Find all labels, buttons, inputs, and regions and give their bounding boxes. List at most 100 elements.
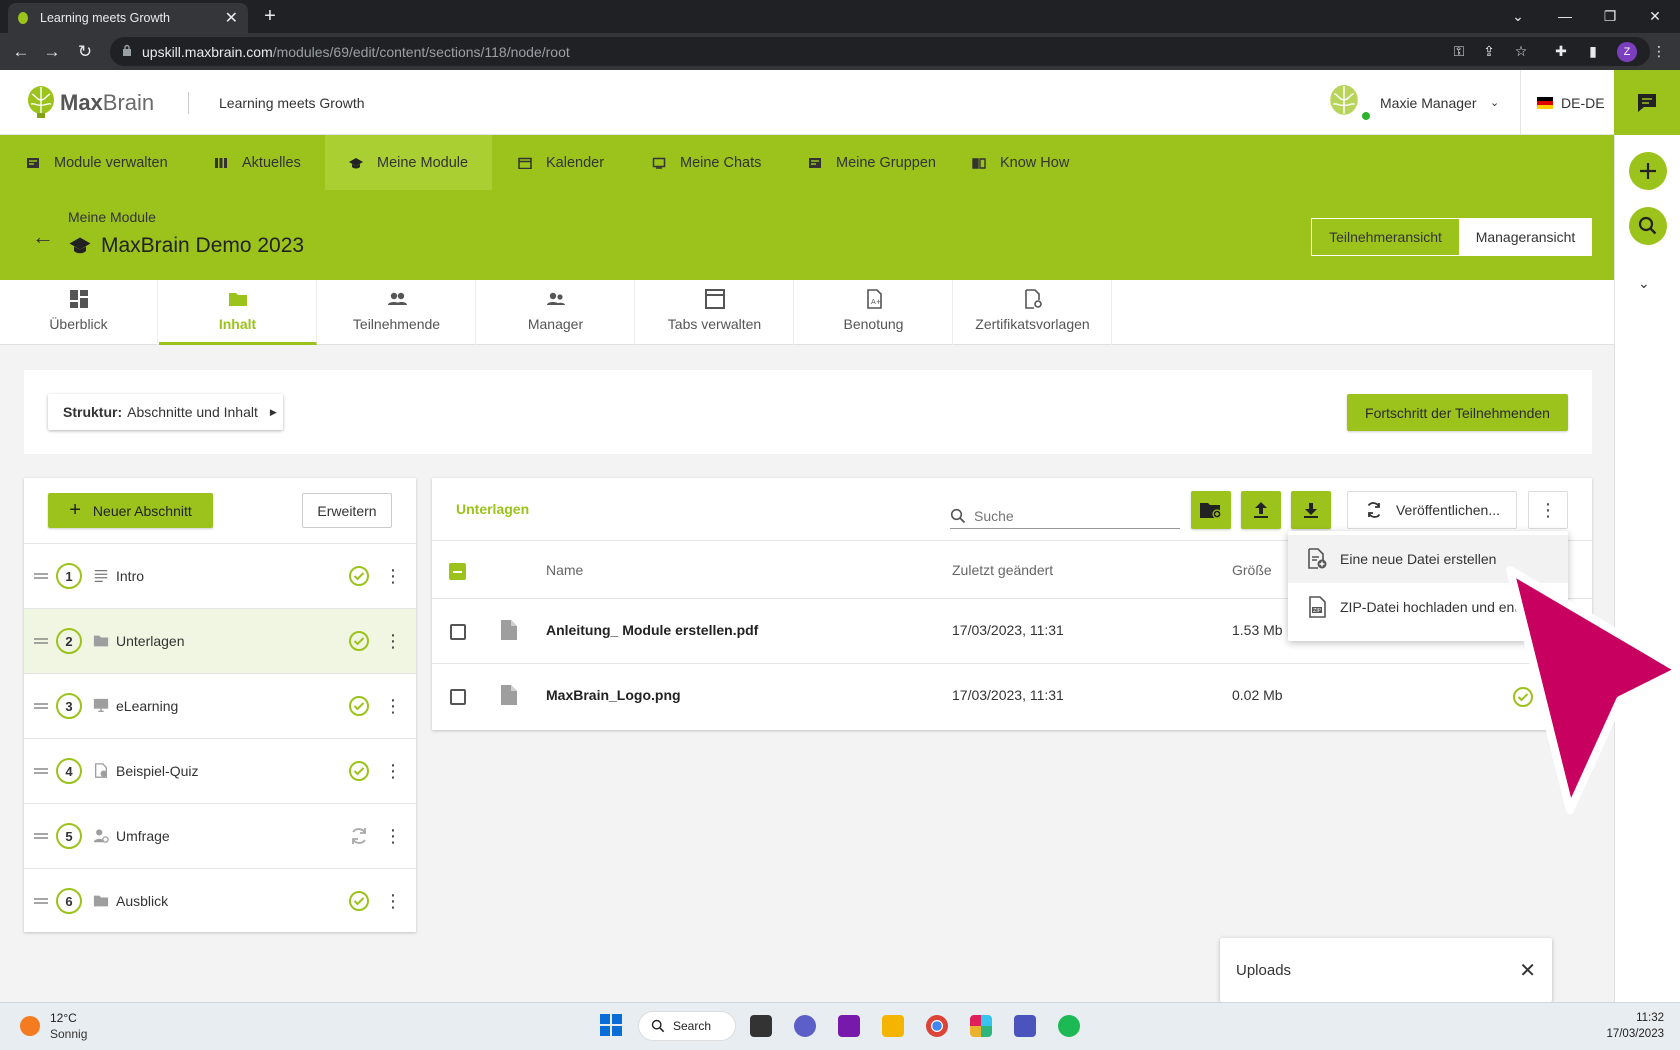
spotify-icon[interactable] (1058, 1015, 1080, 1037)
file-name[interactable]: Anleitung_ Module erstellen.pdf (546, 622, 758, 638)
close-window-icon[interactable]: ✕ (1635, 4, 1675, 28)
chrome-icon[interactable] (926, 1015, 948, 1037)
slack-icon[interactable] (970, 1015, 992, 1037)
chat-panel-button[interactable] (1614, 70, 1680, 135)
section-name[interactable]: Unterlagen (116, 633, 348, 649)
weather-temperature[interactable]: 12°C (50, 1011, 77, 1025)
sidepanel-icon[interactable]: ▮ (1584, 43, 1602, 59)
table-row[interactable]: MaxBrain_Logo.png 17/03/2023, 11:31 0.02… (432, 663, 1592, 728)
forward-icon[interactable]: → (41, 41, 63, 63)
add-button[interactable] (1629, 152, 1667, 190)
nav-item-aktuelles[interactable]: Aktuelles (214, 135, 301, 190)
tab-search-icon[interactable]: ⌄ (1498, 4, 1538, 28)
structure-selector[interactable]: Struktur: Abschnitte und Inhalt ▶ (48, 394, 283, 430)
nav-item-meine-gruppen[interactable]: Meine Gruppen (808, 135, 936, 190)
reload-icon[interactable]: ↻ (74, 41, 96, 63)
section-name[interactable]: Intro (116, 568, 348, 584)
section-more-options-icon[interactable]: ⋮ (384, 697, 402, 715)
publish-button[interactable]: Veröffentlichen... (1347, 491, 1517, 529)
taskbar-search[interactable]: Search (638, 1011, 736, 1041)
drag-handle-icon[interactable] (34, 702, 48, 710)
windows-start-icon[interactable] (600, 1014, 622, 1036)
drag-handle-icon[interactable] (34, 897, 48, 905)
bookmark-star-icon[interactable]: ☆ (1512, 43, 1530, 59)
nav-item-kalender[interactable]: Kalender (518, 135, 604, 190)
brain-logo-icon[interactable] (26, 85, 56, 119)
section-more-options-icon[interactable]: ⋮ (384, 827, 402, 845)
section-more-options-icon[interactable]: ⋮ (384, 892, 402, 910)
column-header-name[interactable]: Name (546, 562, 583, 578)
restore-icon[interactable]: ❐ (1590, 4, 1630, 28)
file-name[interactable]: MaxBrain_Logo.png (546, 687, 681, 703)
column-header-size[interactable]: Größe (1232, 562, 1272, 578)
section-name[interactable]: Umfrage (116, 828, 348, 844)
participant-view-button[interactable]: Teilnehmeransicht (1312, 219, 1460, 255)
new-folder-button[interactable] (1191, 491, 1231, 529)
section-row[interactable]: 1 Intro ⋮ (24, 543, 416, 608)
participant-progress-button[interactable]: Fortschritt der Teilnehmenden (1347, 394, 1568, 431)
drag-handle-icon[interactable] (34, 832, 48, 840)
back-icon[interactable]: ← (10, 41, 32, 63)
section-row[interactable]: 3 eLearning ⋮ (24, 673, 416, 738)
tab-teilnehmende[interactable]: Teilnehmende (318, 280, 476, 345)
section-more-options-icon[interactable]: ⋮ (384, 762, 402, 780)
tab-manager[interactable]: Manager (477, 280, 635, 345)
browser-menu-icon[interactable]: ⋮ (1650, 43, 1668, 59)
row-checkbox[interactable] (450, 624, 466, 640)
user-name[interactable]: Maxie Manager (1380, 95, 1477, 111)
section-row[interactable]: 5 Umfrage ⋮ (24, 803, 416, 868)
more-options-icon[interactable]: ⋮ (1528, 491, 1568, 529)
clock-time[interactable]: 11:32 (1614, 1012, 1664, 1024)
minimize-icon[interactable]: — (1545, 4, 1585, 28)
nav-item-module-verwalten[interactable]: Module verwalten (26, 135, 168, 190)
teams-chat-icon[interactable] (794, 1015, 816, 1037)
weather-condition[interactable]: Sonnig (50, 1027, 87, 1041)
section-row[interactable]: 2 Unterlagen ⋮ (24, 608, 416, 673)
profile-avatar[interactable]: Z (1617, 42, 1637, 62)
nav-item-know-how[interactable]: Know How (972, 135, 1069, 190)
onenote-icon[interactable] (838, 1015, 860, 1037)
clock-date[interactable]: 17/03/2023 (1598, 1028, 1664, 1040)
section-more-options-icon[interactable]: ⋮ (384, 567, 402, 585)
language-selector[interactable]: DE-DE (1561, 95, 1605, 111)
section-name[interactable]: Beispiel-Quiz (116, 763, 348, 779)
share-icon[interactable]: ⇪ (1480, 43, 1498, 59)
extensions-icon[interactable]: ✚ (1552, 43, 1570, 59)
manager-view-button[interactable]: Manageransicht (1460, 219, 1591, 255)
tab-benotung[interactable]: A+ Benotung (795, 280, 953, 345)
expand-button[interactable]: Erweitern (302, 493, 392, 528)
select-all-checkbox[interactable] (449, 563, 466, 580)
sun-icon[interactable] (20, 1016, 40, 1036)
section-name[interactable]: Ausblick (116, 893, 348, 909)
drag-handle-icon[interactable] (34, 767, 48, 775)
user-menu-chevron-down-icon[interactable]: ⌄ (1490, 96, 1499, 109)
close-tab-icon[interactable]: ✕ (225, 8, 238, 28)
drag-handle-icon[interactable] (34, 572, 48, 580)
tab-ueberblick[interactable]: Überblick (0, 280, 158, 345)
key-icon[interactable]: ⚿ (1450, 43, 1468, 59)
nav-item-meine-module[interactable]: Meine Module (349, 135, 468, 190)
tab-zertifikatsvorlagen[interactable]: Zertifikatsvorlagen (954, 280, 1112, 345)
task-view-icon[interactable] (750, 1015, 772, 1037)
search-input[interactable] (974, 507, 1164, 524)
breadcrumb[interactable]: Meine Module (68, 209, 156, 225)
close-icon[interactable]: ✕ (1519, 958, 1536, 983)
file-explorer-icon[interactable] (882, 1015, 904, 1037)
new-section-button[interactable]: + Neuer Abschnitt (48, 493, 213, 528)
back-arrow-icon[interactable]: ← (32, 224, 54, 250)
teams-icon[interactable] (1014, 1015, 1036, 1037)
section-row[interactable]: 4 Beispiel-Quiz ⋮ (24, 738, 416, 803)
url-field[interactable]: upskill.maxbrain.com/modules/69/edit/con… (110, 37, 1650, 66)
section-row[interactable]: 6 Ausblick ⋮ (24, 868, 416, 933)
tab-tabs-verwalten[interactable]: Tabs verwalten (636, 280, 794, 345)
drag-handle-icon[interactable] (34, 637, 48, 645)
rail-expand-chevron-down-icon[interactable]: ⌄ (1638, 275, 1650, 292)
row-checkbox[interactable] (450, 689, 466, 705)
nav-item-meine-chats[interactable]: Meine Chats (652, 135, 761, 190)
column-header-modified[interactable]: Zuletzt geändert (952, 562, 1053, 578)
section-name[interactable]: eLearning (116, 698, 348, 714)
section-more-options-icon[interactable]: ⋮ (384, 632, 402, 650)
browser-tab[interactable]: Learning meets Growth ✕ (8, 3, 248, 33)
download-button[interactable] (1291, 491, 1331, 529)
search-button[interactable] (1629, 207, 1667, 245)
